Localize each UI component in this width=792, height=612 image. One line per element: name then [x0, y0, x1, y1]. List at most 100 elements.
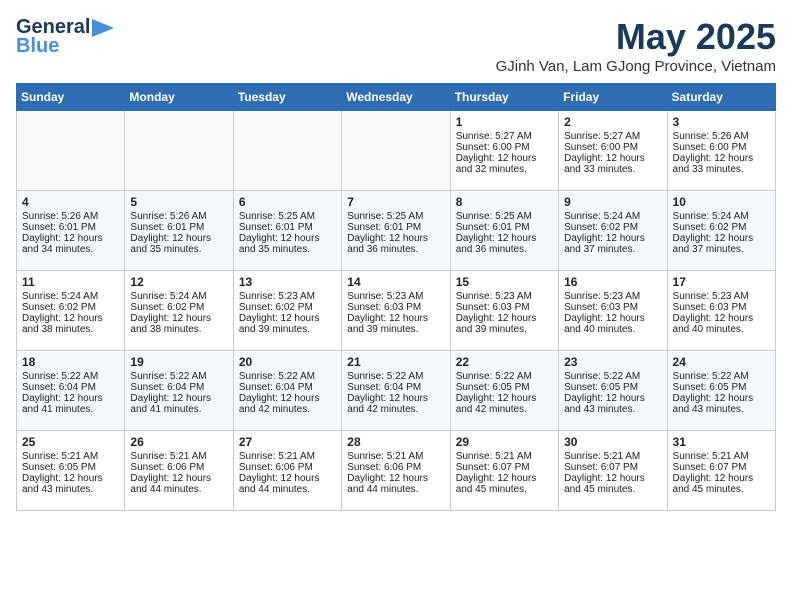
cell-content: and 33 minutes.	[564, 164, 661, 175]
day-number: 15	[456, 275, 553, 289]
cell-content: Daylight: 12 hours	[564, 233, 661, 244]
cell-content: Daylight: 12 hours	[130, 473, 227, 484]
calendar-cell	[233, 111, 341, 191]
calendar-cell: 18Sunrise: 5:22 AMSunset: 6:04 PMDayligh…	[17, 351, 125, 431]
cell-content: Sunset: 6:05 PM	[673, 382, 770, 393]
cell-content: Sunset: 6:06 PM	[130, 462, 227, 473]
cell-content: Sunset: 6:05 PM	[22, 462, 119, 473]
cell-content: Daylight: 12 hours	[22, 313, 119, 324]
cell-content: Sunrise: 5:21 AM	[347, 451, 444, 462]
cell-content: Sunrise: 5:21 AM	[130, 451, 227, 462]
cell-content: Daylight: 12 hours	[347, 313, 444, 324]
cell-content: and 43 minutes.	[564, 404, 661, 415]
cell-content: Sunrise: 5:23 AM	[347, 291, 444, 302]
calendar-cell: 31Sunrise: 5:21 AMSunset: 6:07 PMDayligh…	[667, 431, 775, 511]
cell-content: and 43 minutes.	[673, 404, 770, 415]
cell-content: Sunrise: 5:23 AM	[239, 291, 336, 302]
col-header-friday: Friday	[559, 84, 667, 111]
day-number: 27	[239, 435, 336, 449]
calendar-cell: 14Sunrise: 5:23 AMSunset: 6:03 PMDayligh…	[342, 271, 450, 351]
cell-content: Sunrise: 5:27 AM	[564, 131, 661, 142]
calendar-cell: 7Sunrise: 5:25 AMSunset: 6:01 PMDaylight…	[342, 191, 450, 271]
cell-content: Daylight: 12 hours	[22, 233, 119, 244]
calendar-table: SundayMondayTuesdayWednesdayThursdayFrid…	[16, 83, 776, 511]
cell-content: Daylight: 12 hours	[239, 233, 336, 244]
calendar-cell: 24Sunrise: 5:22 AMSunset: 6:05 PMDayligh…	[667, 351, 775, 431]
col-header-saturday: Saturday	[667, 84, 775, 111]
cell-content: Daylight: 12 hours	[130, 313, 227, 324]
cell-content: Sunset: 6:01 PM	[456, 222, 553, 233]
day-number: 8	[456, 195, 553, 209]
cell-content: and 35 minutes.	[130, 244, 227, 255]
cell-content: Sunset: 6:02 PM	[22, 302, 119, 313]
cell-content: and 45 minutes.	[564, 484, 661, 495]
cell-content: Sunrise: 5:22 AM	[347, 371, 444, 382]
cell-content: and 39 minutes.	[239, 324, 336, 335]
month-title: May 2025	[496, 16, 776, 58]
cell-content: Sunset: 6:00 PM	[564, 142, 661, 153]
cell-content: Daylight: 12 hours	[564, 313, 661, 324]
cell-content: Daylight: 12 hours	[22, 473, 119, 484]
calendar-cell: 19Sunrise: 5:22 AMSunset: 6:04 PMDayligh…	[125, 351, 233, 431]
calendar-cell: 12Sunrise: 5:24 AMSunset: 6:02 PMDayligh…	[125, 271, 233, 351]
calendar-cell: 16Sunrise: 5:23 AMSunset: 6:03 PMDayligh…	[559, 271, 667, 351]
cell-content: Sunrise: 5:22 AM	[22, 371, 119, 382]
cell-content: Sunrise: 5:25 AM	[347, 211, 444, 222]
calendar-cell: 25Sunrise: 5:21 AMSunset: 6:05 PMDayligh…	[17, 431, 125, 511]
cell-content: Sunset: 6:07 PM	[456, 462, 553, 473]
cell-content: Sunrise: 5:24 AM	[130, 291, 227, 302]
cell-content: Sunrise: 5:22 AM	[564, 371, 661, 382]
day-number: 16	[564, 275, 661, 289]
cell-content: Sunset: 6:01 PM	[130, 222, 227, 233]
day-number: 22	[456, 355, 553, 369]
day-number: 30	[564, 435, 661, 449]
calendar-week-3: 11Sunrise: 5:24 AMSunset: 6:02 PMDayligh…	[17, 271, 776, 351]
logo-arrow-icon	[92, 19, 114, 37]
cell-content: Daylight: 12 hours	[456, 473, 553, 484]
col-header-thursday: Thursday	[450, 84, 558, 111]
cell-content: Daylight: 12 hours	[130, 393, 227, 404]
cell-content: and 40 minutes.	[564, 324, 661, 335]
cell-content: Sunset: 6:06 PM	[347, 462, 444, 473]
cell-content: Sunrise: 5:24 AM	[22, 291, 119, 302]
calendar-cell: 22Sunrise: 5:22 AMSunset: 6:05 PMDayligh…	[450, 351, 558, 431]
cell-content: and 43 minutes.	[22, 484, 119, 495]
cell-content: Sunrise: 5:21 AM	[22, 451, 119, 462]
cell-content: Sunset: 6:04 PM	[22, 382, 119, 393]
calendar-week-4: 18Sunrise: 5:22 AMSunset: 6:04 PMDayligh…	[17, 351, 776, 431]
cell-content: Sunrise: 5:26 AM	[130, 211, 227, 222]
cell-content: Daylight: 12 hours	[564, 153, 661, 164]
cell-content: Sunset: 6:01 PM	[347, 222, 444, 233]
location-title: GJinh Van, Lam GJong Province, Vietnam	[496, 58, 776, 75]
cell-content: and 42 minutes.	[347, 404, 444, 415]
cell-content: and 45 minutes.	[456, 484, 553, 495]
cell-content: and 40 minutes.	[673, 324, 770, 335]
cell-content: Sunset: 6:02 PM	[130, 302, 227, 313]
cell-content: Daylight: 12 hours	[673, 473, 770, 484]
cell-content: Daylight: 12 hours	[347, 393, 444, 404]
calendar-cell: 3Sunrise: 5:26 AMSunset: 6:00 PMDaylight…	[667, 111, 775, 191]
cell-content: and 32 minutes.	[456, 164, 553, 175]
cell-content: Sunset: 6:02 PM	[673, 222, 770, 233]
cell-content: Sunset: 6:02 PM	[239, 302, 336, 313]
cell-content: Daylight: 12 hours	[673, 153, 770, 164]
calendar-cell: 5Sunrise: 5:26 AMSunset: 6:01 PMDaylight…	[125, 191, 233, 271]
cell-content: Sunset: 6:01 PM	[239, 222, 336, 233]
calendar-cell: 23Sunrise: 5:22 AMSunset: 6:05 PMDayligh…	[559, 351, 667, 431]
calendar-cell: 27Sunrise: 5:21 AMSunset: 6:06 PMDayligh…	[233, 431, 341, 511]
day-number: 24	[673, 355, 770, 369]
day-number: 2	[564, 115, 661, 129]
day-number: 21	[347, 355, 444, 369]
cell-content: Daylight: 12 hours	[239, 313, 336, 324]
cell-content: Sunset: 6:05 PM	[456, 382, 553, 393]
cell-content: and 45 minutes.	[673, 484, 770, 495]
cell-content: and 37 minutes.	[564, 244, 661, 255]
cell-content: Daylight: 12 hours	[673, 233, 770, 244]
cell-content: Daylight: 12 hours	[456, 393, 553, 404]
cell-content: Sunrise: 5:23 AM	[456, 291, 553, 302]
title-block: May 2025 GJinh Van, Lam GJong Province, …	[496, 16, 776, 75]
calendar-cell	[342, 111, 450, 191]
calendar-cell: 29Sunrise: 5:21 AMSunset: 6:07 PMDayligh…	[450, 431, 558, 511]
day-number: 3	[673, 115, 770, 129]
col-header-tuesday: Tuesday	[233, 84, 341, 111]
